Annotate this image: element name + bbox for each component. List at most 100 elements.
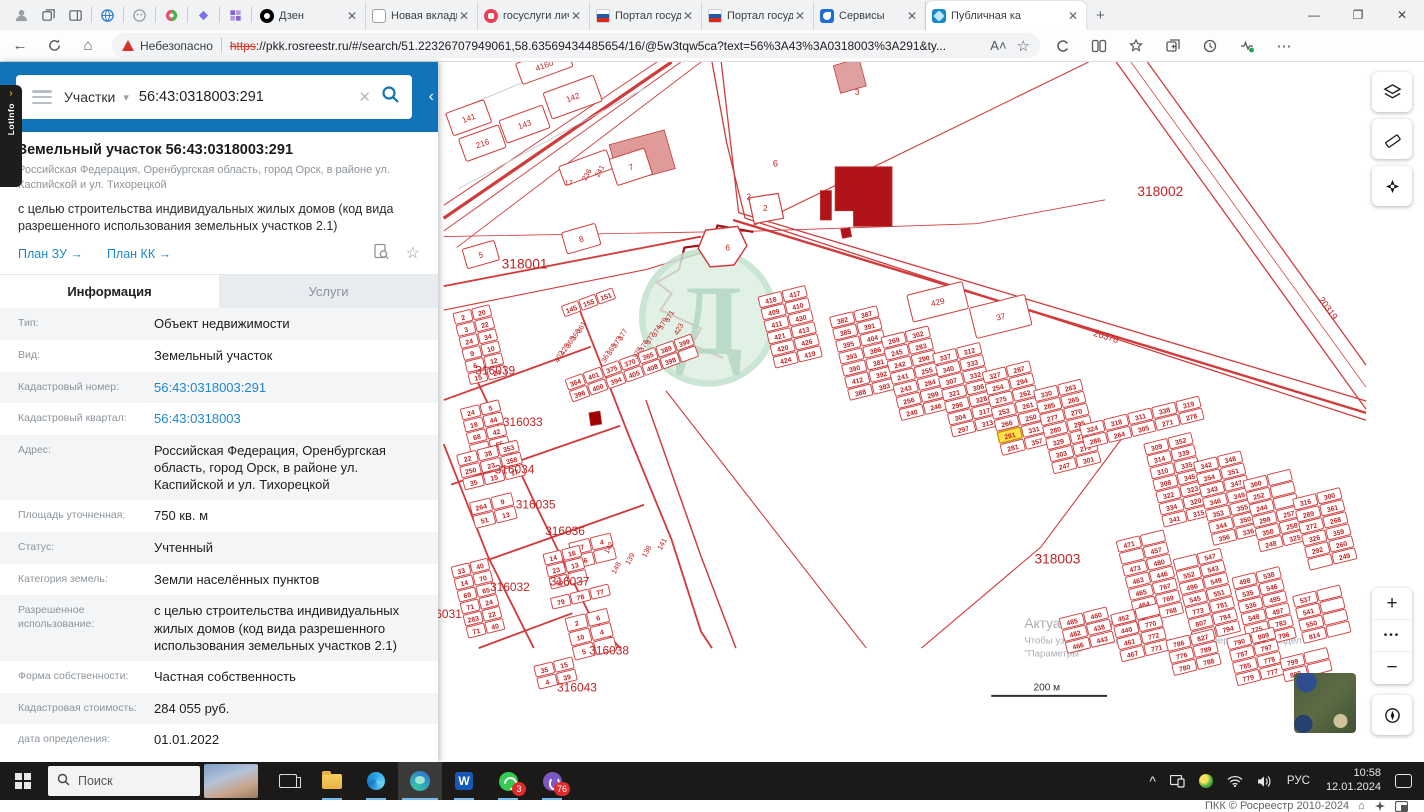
security-warning-label[interactable]: Небезопасно — [140, 39, 213, 53]
whatsapp-button[interactable]: 3 — [486, 762, 530, 800]
favorite-parcel-star-icon[interactable]: ☆ — [406, 243, 420, 265]
diamond-favicon[interactable] — [195, 7, 212, 24]
zoom-more-button[interactable]: ••• — [1372, 620, 1412, 652]
zoom-in-button[interactable]: + — [1372, 588, 1412, 620]
window-maximize-button[interactable]: ❐ — [1336, 0, 1380, 30]
basemap-toggle-icon[interactable] — [1394, 800, 1408, 812]
map-building[interactable] — [588, 410, 603, 427]
browser-tab-2[interactable]: Новая вкладк ✕ — [366, 2, 478, 30]
browser-tab-4[interactable]: Портал госуда✕ — [590, 2, 702, 30]
tab-close-icon[interactable]: ✕ — [793, 9, 807, 23]
widgets-thumbnail[interactable] — [204, 764, 258, 798]
center-map-icon[interactable] — [1374, 800, 1386, 812]
viber-badge: 76 — [553, 782, 570, 796]
start-button[interactable] — [0, 762, 46, 800]
tray-device-icon[interactable] — [1169, 774, 1185, 788]
tab-label: Портал госуда — [727, 10, 793, 22]
tab-stack-icon[interactable] — [40, 7, 57, 24]
browser-tab-7[interactable]: Публичная ка ✕ — [926, 1, 1086, 30]
zoom-out-button[interactable]: − — [1372, 652, 1412, 684]
tab-services[interactable]: Услуги — [219, 275, 438, 309]
browser-tab-1[interactable]: Дзен ✕ — [254, 2, 366, 30]
window-close-button[interactable]: ✕ — [1380, 0, 1424, 30]
tab-close-icon[interactable]: ✕ — [905, 9, 919, 23]
info-row-value[interactable]: 56:43:0318003:291 — [152, 372, 438, 404]
volume-icon[interactable] — [1257, 775, 1272, 788]
map-building[interactable] — [840, 226, 853, 239]
browser-tab-6[interactable]: Сервисы ✕ — [814, 2, 926, 30]
viber-button[interactable]: 76 — [530, 762, 574, 800]
edge-browser-button[interactable] — [398, 762, 442, 800]
profile-icon[interactable] — [13, 7, 30, 24]
search-box[interactable]: Участки ▾ ✕ — [16, 75, 412, 119]
browser-essentials-icon[interactable] — [1232, 33, 1262, 59]
my-location-button[interactable] — [1372, 695, 1412, 735]
language-indicator[interactable]: РУС — [1287, 775, 1310, 787]
search-category-select[interactable]: Участки — [64, 89, 115, 105]
globe-favicon[interactable] — [99, 7, 116, 24]
map-building[interactable] — [820, 190, 832, 221]
search-icon[interactable] — [381, 85, 400, 109]
tab-information[interactable]: Информация — [0, 275, 219, 309]
map-parcel-box[interactable]: 2 — [746, 192, 751, 201]
colors-favicon[interactable] — [163, 7, 180, 24]
collections-icon[interactable] — [1158, 33, 1188, 59]
info-row-label: Разрешенное использование: — [18, 604, 95, 631]
word-app-button[interactable]: W — [442, 762, 486, 800]
browser-tab-5[interactable]: Портал госуда✕ — [702, 2, 814, 30]
clear-search-icon[interactable]: ✕ — [358, 88, 371, 106]
chevron-down-icon[interactable]: ▾ — [123, 91, 129, 104]
browser-tab-3[interactable]: госуслуги лич ✕ — [478, 2, 590, 30]
collapse-panel-icon[interactable]: ‹ — [429, 88, 434, 106]
tab-close-icon[interactable]: ✕ — [569, 9, 583, 23]
menu-icon[interactable] — [32, 90, 52, 104]
grid-favicon[interactable] — [227, 7, 244, 24]
tab-label: Сервисы — [839, 10, 885, 22]
split-screen-icon[interactable] — [1084, 33, 1114, 59]
window-minimize-button[interactable]: — — [1292, 0, 1336, 30]
doc-search-icon[interactable] — [373, 243, 390, 265]
tab-close-icon[interactable]: ✕ — [681, 9, 695, 23]
plan-kk-link[interactable]: План КК → — [107, 247, 171, 261]
pkk-favicon-icon — [932, 8, 946, 23]
tray-chevron-icon[interactable]: ^ — [1149, 773, 1156, 789]
read-aloud-icon[interactable]: A˄ — [990, 38, 1006, 53]
history-icon[interactable] — [1195, 33, 1225, 59]
map-label-316035: 316035 — [516, 497, 556, 511]
refresh-button[interactable] — [40, 33, 68, 59]
layers-button[interactable] — [1372, 72, 1412, 112]
wifi-icon[interactable] — [1227, 775, 1243, 787]
favorite-star-icon[interactable]: ☆ — [1017, 37, 1030, 55]
plan-zu-link[interactable]: План ЗУ → — [18, 247, 83, 261]
info-row-label: Кадастровая стоимость: — [18, 701, 137, 714]
more-menu-icon[interactable]: ⋯ — [1269, 33, 1299, 59]
back-button[interactable]: ← — [6, 33, 34, 59]
security-warning-icon — [122, 40, 134, 51]
search-input[interactable] — [138, 89, 349, 105]
clock[interactable]: 10:58 12.01.2024 — [1326, 767, 1381, 795]
info-row-value[interactable]: 56:43:0318003 — [152, 403, 438, 435]
extensions-icon[interactable] — [1047, 33, 1077, 59]
photos-app-button[interactable] — [354, 762, 398, 800]
sidebar-icon[interactable] — [67, 7, 84, 24]
url-text[interactable]: https://pkk.rosreestr.ru/#/search/51.223… — [230, 39, 980, 53]
tab-close-icon[interactable]: ✕ — [345, 9, 359, 23]
notification-center-icon[interactable] — [1395, 774, 1412, 788]
task-view-button[interactable] — [266, 762, 310, 800]
file-explorer-button[interactable] — [310, 762, 354, 800]
home-button[interactable]: ⌂ — [74, 33, 102, 59]
tray-antivirus-icon[interactable] — [1198, 774, 1213, 788]
ghost-favicon[interactable] — [131, 7, 148, 24]
new-tab-button[interactable]: + — [1086, 5, 1115, 26]
favorites-icon[interactable] — [1121, 33, 1151, 59]
taskbar-search-box[interactable]: Поиск — [48, 766, 200, 796]
lotinfo-extension-tab[interactable]: › LotInfo — [0, 85, 22, 187]
position-marker-button[interactable] — [1372, 166, 1412, 206]
tab-close-icon[interactable]: ✕ — [457, 9, 471, 23]
home-map-icon[interactable]: ⌂ — [1358, 800, 1365, 812]
info-row-value: 750 кв. м — [154, 508, 209, 524]
measure-ruler-button[interactable] — [1372, 119, 1412, 159]
address-bar[interactable]: Небезопасно https://pkk.rosreestr.ru/#/s… — [112, 33, 1040, 58]
minimap-satellite-thumbnail[interactable] — [1294, 673, 1356, 733]
tab-close-icon[interactable]: ✕ — [1066, 9, 1080, 23]
